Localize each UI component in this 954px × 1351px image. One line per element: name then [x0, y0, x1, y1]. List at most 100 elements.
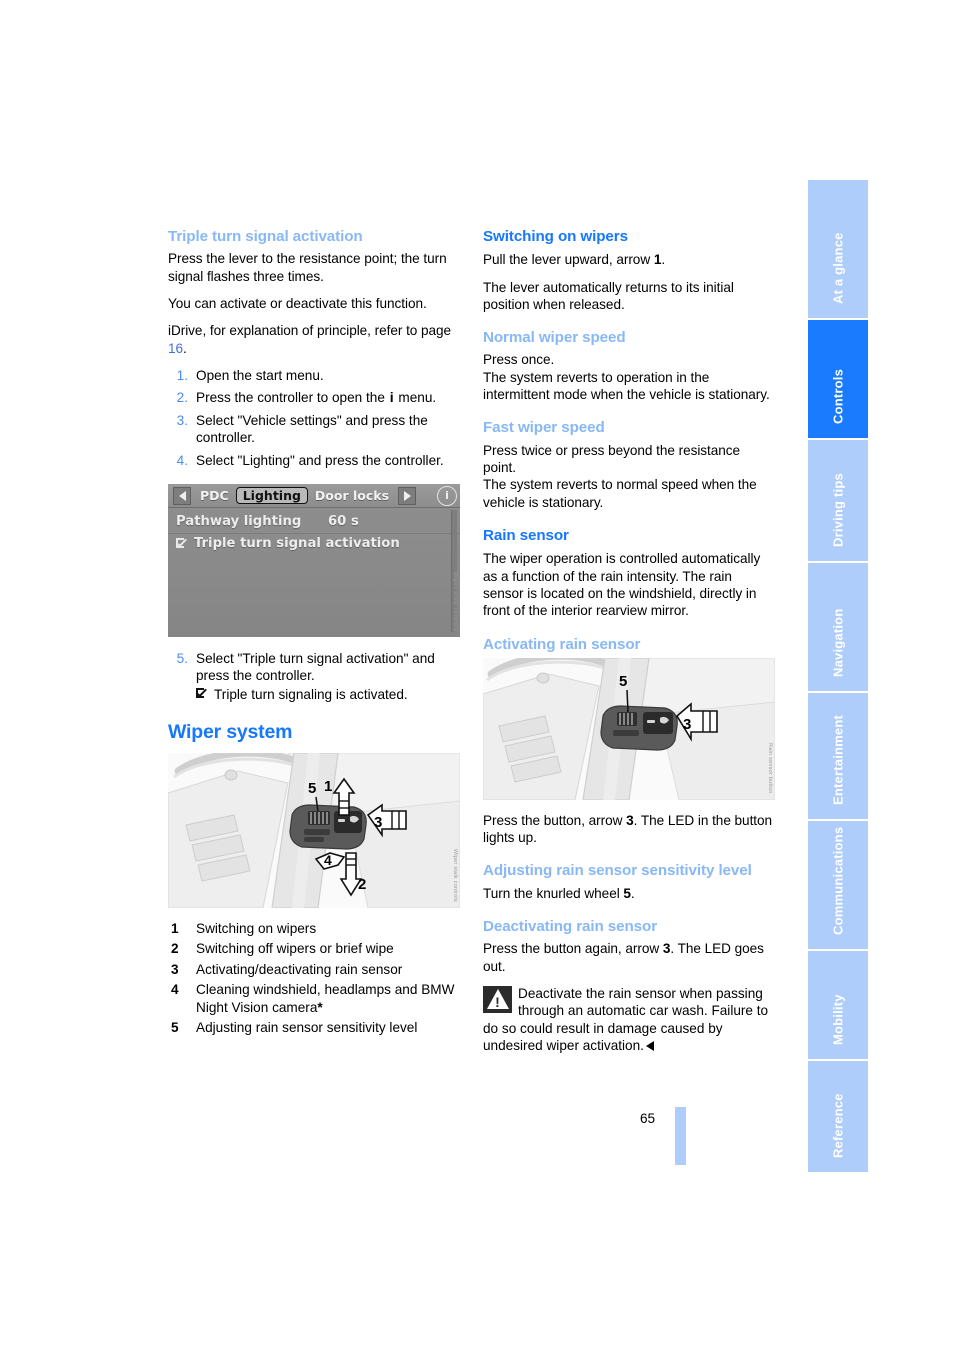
paragraph-press-twice: Press twice or press beyond the resistan…	[483, 442, 741, 475]
procedure-step: 2. Press the controller to open the i me…	[168, 389, 460, 407]
warning-note: ! Deactivate the rain sensor when passing…	[483, 985, 775, 1054]
idrive-tab-pdc[interactable]: PDC	[193, 487, 236, 504]
idrive-screen-figure: PDC Lighting Door locks i Pathway lighti…	[168, 484, 460, 638]
callout-leader-5	[626, 689, 629, 712]
checkbox-checked-icon	[176, 537, 191, 550]
page-reference-link[interactable]: 16	[168, 341, 183, 356]
figure-credit: Wiper stalk controls	[452, 571, 458, 632]
wiper-stalk-figure: 1 2 3 4 5 Wiper stalk controls	[168, 753, 460, 909]
paragraph-activate-deactivate: You can activate or deactivate this func…	[168, 295, 427, 311]
legend-item: 1 Switching on wipers	[168, 920, 460, 937]
end-of-note-marker	[645, 1040, 654, 1051]
svg-text:5: 5	[308, 780, 316, 797]
warning-text: Deactivate the rain sensor when passing …	[483, 985, 769, 1053]
idrive-menu-rows: Pathway lighting 60 s Triple turn signal…	[168, 508, 460, 553]
tab-mobility[interactable]: Mobility	[808, 951, 868, 1061]
text-after: .	[661, 252, 666, 268]
legend-item: 4 Cleaning windshield, headlamps and BMW…	[168, 981, 460, 1016]
tab-label: Entertainment	[830, 714, 846, 805]
tab-at-a-glance[interactable]: At a glance	[808, 180, 868, 320]
tab-entertainment[interactable]: Entertainment	[808, 693, 868, 821]
svg-text:3: 3	[683, 716, 691, 733]
legend-item: 5 Adjusting rain sensor sensitivity leve…	[168, 1019, 460, 1036]
step-text: Select "Triple turn signal activation" a…	[196, 651, 435, 684]
heading-triple-turn-signal: Triple turn signal activation	[168, 228, 363, 245]
paragraph-press-button: Press the button, arrow 3. The LED in th…	[483, 812, 775, 847]
svg-text:3: 3	[374, 814, 382, 831]
idrive-tab-lighting[interactable]: Lighting	[235, 487, 308, 505]
svg-text:4: 4	[324, 852, 332, 868]
paragraph-press-button-again: Press the button again, arrow 3. The LED…	[483, 940, 775, 975]
paragraph-idrive-reference: iDrive, for explanation of principle, re…	[168, 322, 460, 357]
step-number: 4.	[176, 452, 188, 468]
heading-rain-sensor: Rain sensor	[483, 526, 569, 544]
procedure-step: 3. Select "Vehicle settings" and press t…	[168, 412, 460, 447]
rain-sensor-figure: 3 5 Rain sensor button	[483, 657, 775, 800]
idrive-row-label: Triple turn signal activation	[194, 536, 400, 552]
legend-item: 2 Switching off wipers or brief wipe	[168, 940, 460, 957]
step-number: 3.	[176, 413, 188, 429]
paragraph-press-once: Press once.	[483, 352, 555, 368]
step-result: Triple turn signaling is activated.	[196, 686, 460, 703]
text-before: Press the button again, arrow	[483, 941, 663, 957]
right-column: Switching on wipers Pull the lever upwar…	[483, 228, 775, 1054]
procedure-step: 1. Open the start menu.	[168, 367, 460, 384]
tab-label: Mobility	[830, 994, 846, 1045]
idrive-row-value: 60 s	[328, 514, 359, 530]
idrive-ref-prefix: iDrive, for explanation of principle, re…	[168, 323, 452, 339]
procedure-step-list: 1. Open the start menu. 2. Press the con…	[168, 367, 460, 469]
svg-text:5: 5	[619, 673, 627, 690]
step-text-after: menu.	[394, 390, 437, 406]
step-number: 2.	[176, 390, 188, 406]
idrive-tab-bar: PDC Lighting Door locks i	[168, 484, 460, 509]
text-before: Press the button, arrow	[483, 812, 627, 828]
tab-navigation[interactable]: Navigation	[808, 563, 868, 693]
left-arrow-icon[interactable]	[173, 486, 191, 505]
arrow-reference: 3	[626, 812, 634, 828]
idrive-row-triple-turn-signal[interactable]: Triple turn signal activation	[168, 534, 460, 553]
legend-number: 2	[171, 941, 179, 957]
wiper-legend-list: 1 Switching on wipers 2 Switching off wi…	[168, 920, 460, 1036]
legend-text: Activating/deactivating rain sensor	[196, 961, 403, 977]
tab-label: Communications	[830, 826, 846, 935]
text-before: Pull the lever upward, arrow	[483, 252, 654, 268]
idrive-row-label: Pathway lighting	[176, 514, 302, 530]
legend-number: 4	[171, 982, 179, 998]
figure-credit: Wiper stalk controls	[452, 848, 458, 903]
svg-text:2: 2	[358, 876, 366, 893]
legend-number: 5	[171, 1019, 179, 1035]
manual-page: Triple turn signal activation Press the …	[0, 0, 954, 1351]
step-text-before: Press the controller to open the	[196, 390, 389, 406]
heading-normal-wiper-speed: Normal wiper speed	[483, 329, 626, 347]
page-number-bar	[675, 1107, 686, 1165]
procedure-step-list-continued: 5. Select "Triple turn signal activation…	[168, 650, 460, 703]
step-result-text: Triple turn signaling is activated.	[214, 686, 408, 702]
legend-number: 3	[171, 961, 179, 977]
legend-text: Cleaning windshield, headlamps and BMW N…	[196, 982, 455, 1015]
tab-controls[interactable]: Controls	[808, 320, 868, 440]
paragraph-rain-sensor-description: The wiper operation is controlled automa…	[483, 551, 761, 619]
procedure-step: 4. Select "Lighting" and press the contr…	[168, 452, 460, 469]
tab-driving-tips[interactable]: Driving tips	[808, 440, 868, 563]
idrive-tab-door-locks[interactable]: Door locks	[308, 487, 396, 504]
paragraph-reverts-normal-speed: The system reverts to normal speed when …	[483, 477, 757, 510]
paragraph-lever-returns: The lever automatically returns to its i…	[483, 279, 734, 312]
heading-wiper-system: Wiper system	[168, 721, 293, 744]
tab-label: Controls	[830, 368, 846, 424]
step-text: Open the start menu.	[196, 367, 324, 383]
checkbox-checked-icon	[196, 687, 211, 700]
tab-communications[interactable]: Communications	[808, 821, 868, 951]
footnote-asterisk: *	[317, 999, 323, 1015]
step-number: 1.	[176, 367, 188, 383]
tab-label: At a glance	[830, 232, 846, 304]
step-number: 5.	[176, 651, 188, 667]
page-number: 65	[640, 1111, 656, 1126]
section-tab-strip: At a glance Controls Driving tips Naviga…	[808, 180, 868, 1172]
heading-activating-rain-sensor: Activating rain sensor	[483, 635, 641, 653]
tab-reference[interactable]: Reference	[808, 1061, 868, 1172]
heading-switching-on-wipers: Switching on wipers	[483, 228, 628, 245]
right-arrow-icon[interactable]	[398, 486, 417, 505]
idrive-row-pathway-lighting[interactable]: Pathway lighting 60 s	[168, 512, 460, 535]
info-icon[interactable]: i	[437, 485, 457, 506]
procedure-step: 5. Select "Triple turn signal activation…	[168, 650, 460, 703]
